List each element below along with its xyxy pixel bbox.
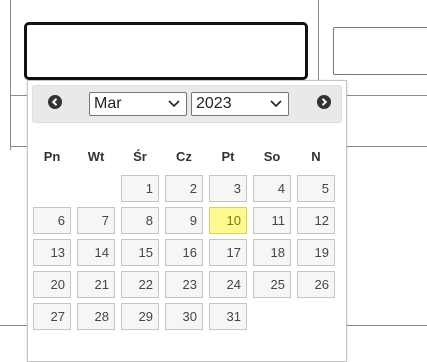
calendar-day[interactable]: 21 xyxy=(77,271,115,298)
calendar-day[interactable]: 31 xyxy=(209,303,247,330)
weekday-label: N xyxy=(311,149,321,164)
calendar-day[interactable]: 3 xyxy=(209,175,247,202)
calendar-day[interactable]: 16 xyxy=(165,239,203,266)
calendar-day[interactable]: 11 xyxy=(253,207,291,234)
calendar-day[interactable]: 2 xyxy=(165,175,203,202)
calendar-day[interactable]: 9 xyxy=(165,207,203,234)
weekday-label: Śr xyxy=(133,149,147,164)
calendar-day[interactable]: 1 xyxy=(121,175,159,202)
calendar-day[interactable]: 10 xyxy=(209,207,247,234)
calendar-day[interactable]: 19 xyxy=(297,239,335,266)
calendar-day[interactable]: 24 xyxy=(209,271,247,298)
chevron-down-icon xyxy=(270,100,282,108)
year-select-value: 2023 xyxy=(196,95,232,112)
datepicker-header: Mar 2023 xyxy=(32,85,342,123)
calendar-day[interactable]: 14 xyxy=(77,239,115,266)
chevron-down-icon xyxy=(168,100,180,108)
calendar-day[interactable]: 29 xyxy=(121,303,159,330)
table-border-left xyxy=(10,0,11,150)
circle-arrow-left-icon[interactable] xyxy=(48,95,62,109)
calendar-day[interactable]: 13 xyxy=(33,239,71,266)
calendar-day[interactable]: 27 xyxy=(33,303,71,330)
calendar-day[interactable]: 4 xyxy=(253,175,291,202)
calendar-day[interactable]: 12 xyxy=(297,207,335,234)
text-input[interactable] xyxy=(333,27,427,75)
calendar-day[interactable]: 26 xyxy=(297,271,335,298)
month-select-value: Mar xyxy=(94,95,122,112)
calendar-day[interactable]: 17 xyxy=(209,239,247,266)
calendar-day[interactable]: 7 xyxy=(77,207,115,234)
calendar-day[interactable]: 5 xyxy=(297,175,335,202)
calendar-day[interactable]: 20 xyxy=(33,271,71,298)
calendar-day[interactable]: 6 xyxy=(33,207,71,234)
calendar-day[interactable]: 23 xyxy=(165,271,203,298)
circle-arrow-right-icon[interactable] xyxy=(317,95,331,109)
calendar-day[interactable]: 8 xyxy=(121,207,159,234)
calendar-day[interactable]: 28 xyxy=(77,303,115,330)
weekday-label: Pt xyxy=(221,149,235,164)
weekday-label: So xyxy=(263,149,281,164)
datepicker: Mar 2023 Pn Wt Śr Cz Pt So N 1 2 3 4 5 6 7 8 9 10 11 12 13… xyxy=(27,80,347,362)
calendar-day[interactable]: 18 xyxy=(253,239,291,266)
month-select[interactable]: Mar xyxy=(89,92,187,116)
date-input[interactable] xyxy=(24,22,308,80)
weekday-label: Pn xyxy=(43,149,61,164)
weekday-label: Cz xyxy=(176,149,192,164)
calendar-day[interactable]: 25 xyxy=(253,271,291,298)
calendar-day[interactable]: 22 xyxy=(121,271,159,298)
year-select[interactable]: 2023 xyxy=(191,92,289,116)
calendar-day[interactable]: 30 xyxy=(165,303,203,330)
calendar-day[interactable]: 15 xyxy=(121,239,159,266)
weekday-label: Wt xyxy=(87,149,105,164)
